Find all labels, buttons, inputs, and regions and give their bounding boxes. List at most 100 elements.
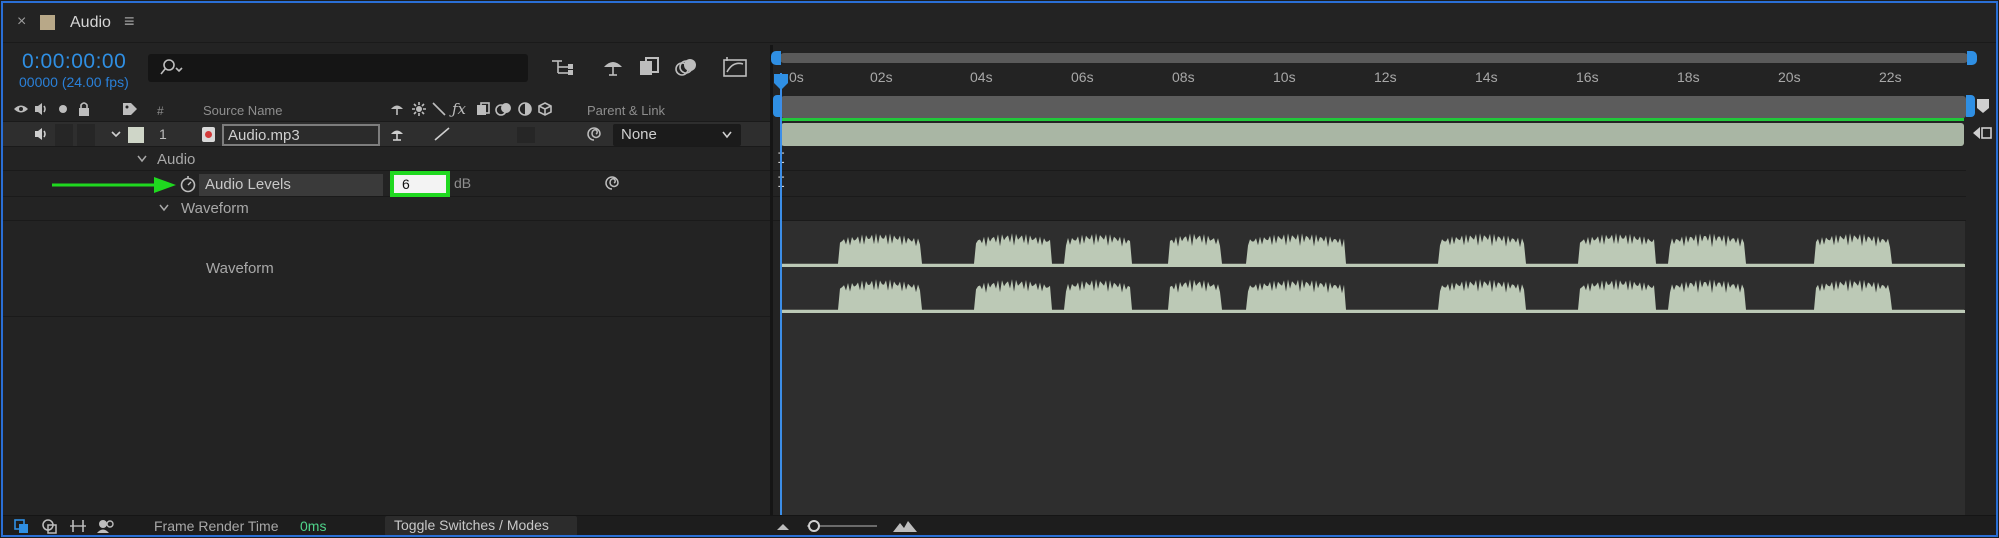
waveform-label: Waveform — [206, 260, 274, 277]
fx-switch-icon: ƒx — [452, 100, 467, 118]
frame-blending-icon[interactable] — [637, 55, 663, 79]
audio-group-row — [3, 147, 771, 171]
time-navigator-bar[interactable] — [780, 53, 1968, 63]
graph-editor-icon[interactable] — [721, 55, 749, 79]
motion-blur-icon[interactable] — [674, 55, 700, 79]
search-icon[interactable] — [158, 58, 184, 78]
current-time-display[interactable]: 0:00:00:00 — [22, 50, 126, 74]
ruler-tick-label: 10s — [1273, 69, 1296, 85]
render-time-toggle-icon[interactable] — [95, 518, 115, 534]
zoom-slider-thumb[interactable] — [808, 520, 820, 532]
navigator-end-handle[interactable] — [1967, 51, 1977, 65]
quality-switch-icon — [432, 102, 446, 116]
audio-levels-label[interactable]: Audio Levels — [199, 174, 383, 196]
audio-enable-icon[interactable] — [33, 126, 51, 142]
waveform-baseline — [780, 264, 1965, 267]
ruler-tick-label: 08s — [1172, 69, 1195, 85]
lock-icon[interactable] — [77, 101, 91, 117]
audio-waveform — [780, 233, 1965, 313]
shy-layers-icon[interactable] — [600, 55, 626, 79]
solo-icon[interactable] — [57, 103, 69, 115]
playhead-line[interactable] — [780, 73, 782, 515]
chevron-down-icon[interactable] — [158, 203, 170, 213]
comp-button-icon[interactable] — [1971, 124, 1993, 142]
waveform-group-row — [3, 197, 771, 221]
ruler-tick-label: 18s — [1677, 69, 1700, 85]
chevron-down-icon[interactable] — [136, 154, 148, 164]
adjustment-layer-icon — [518, 102, 532, 116]
transfer-controls-toggle-icon[interactable] — [41, 518, 59, 534]
ruler-tick-label: 06s — [1071, 69, 1094, 85]
column-source-name[interactable]: Source Name — [203, 103, 282, 118]
layer-label-color[interactable] — [128, 127, 144, 143]
waveform-channel — [780, 279, 1965, 311]
close-icon[interactable]: × — [17, 13, 26, 31]
zoom-in-icon[interactable] — [892, 518, 918, 534]
audio-levels-unit: dB — [454, 175, 472, 191]
column-layer-number: # — [157, 104, 164, 118]
panel-menu-icon[interactable]: ≡ — [124, 11, 135, 32]
pickwhip-icon[interactable] — [586, 126, 602, 142]
green-arrow-annotation — [52, 177, 176, 193]
in-out-toggle-icon[interactable] — [69, 518, 87, 534]
eye-icon[interactable] — [13, 102, 29, 116]
speaker-icon[interactable] — [33, 101, 49, 117]
column-parent-link[interactable]: Parent & Link — [587, 103, 665, 118]
search-input[interactable] — [148, 54, 528, 82]
audio-levels-track — [773, 171, 1966, 197]
stopwatch-icon[interactable] — [179, 174, 197, 194]
ruler-tick-label: 22s — [1879, 69, 1902, 85]
chevron-down-icon[interactable] — [110, 128, 122, 140]
quality-switch[interactable] — [433, 126, 451, 142]
parent-dropdown-value: None — [621, 126, 657, 143]
audio-group-track — [773, 147, 1966, 171]
render-cache-indicator — [781, 118, 1964, 121]
3d-layer-icon — [538, 102, 552, 116]
audio-levels-value[interactable]: 6 — [390, 171, 450, 197]
frame-count-display: 00000 (24.00 fps) — [19, 74, 129, 90]
work-area-bar[interactable] — [781, 96, 1966, 118]
audio-file-icon — [202, 127, 215, 142]
ruler-tick-label: 0s — [789, 69, 804, 85]
adjustment-switch[interactable] — [517, 127, 535, 143]
audio-group-label[interactable]: Audio — [157, 151, 195, 168]
comp-color-swatch — [40, 15, 55, 30]
toggle-switches-modes-button[interactable]: Toggle Switches / Modes — [385, 516, 577, 535]
comp-tab-title[interactable]: Audio — [70, 14, 111, 32]
waveform-row — [3, 221, 771, 317]
shy-layer-switch[interactable] — [389, 126, 405, 142]
panel-divider[interactable] — [770, 45, 773, 515]
layer-name[interactable]: Audio.mp3 — [222, 124, 380, 146]
collapse-switch-icon — [412, 102, 426, 116]
panel-tab-bar — [3, 3, 1996, 43]
solo-switch[interactable] — [55, 124, 73, 146]
time-ruler[interactable]: 0s 02s 04s 06s 08s 10s 12s 14s 16s 18s 2… — [773, 67, 1968, 93]
composition-flowchart-icon[interactable] — [550, 55, 576, 79]
layer-switches-toggle-icon[interactable] — [13, 518, 31, 534]
ruler-tick-label: 12s — [1374, 69, 1397, 85]
lock-switch[interactable] — [77, 124, 95, 146]
waveform-group-track — [773, 197, 1966, 221]
dropdown-chevron-icon[interactable] — [721, 130, 733, 140]
frame-blend-switch-icon — [477, 102, 490, 115]
label-icon[interactable] — [121, 101, 139, 117]
waveform-group-label[interactable]: Waveform — [181, 200, 249, 217]
layer-duration-bar[interactable] — [781, 123, 1964, 146]
layer-number: 1 — [159, 126, 167, 142]
frame-render-time-value: 0ms — [300, 518, 327, 534]
ruler-tick-label: 16s — [1576, 69, 1599, 85]
frame-render-time-label: Frame Render Time — [154, 518, 279, 534]
pickwhip-icon[interactable] — [604, 175, 620, 191]
waveform-baseline — [780, 310, 1965, 313]
ruler-tick-label: 02s — [870, 69, 893, 85]
zoom-out-icon[interactable] — [776, 519, 790, 533]
motion-blur-switch-icon — [495, 103, 511, 116]
shy-switch-icon — [391, 105, 403, 115]
waveform-channel — [780, 233, 1965, 265]
ruler-tick-label: 20s — [1778, 69, 1801, 85]
timeline-panel: × Audio ≡ 0:00:00:00 00000 (24.00 fps) #… — [1, 1, 1998, 537]
playhead-icon[interactable] — [773, 73, 789, 91]
comp-marker-bin-icon[interactable] — [1974, 97, 1992, 115]
navigator-start-handle[interactable] — [771, 51, 781, 65]
ruler-tick-label: 04s — [970, 69, 993, 85]
